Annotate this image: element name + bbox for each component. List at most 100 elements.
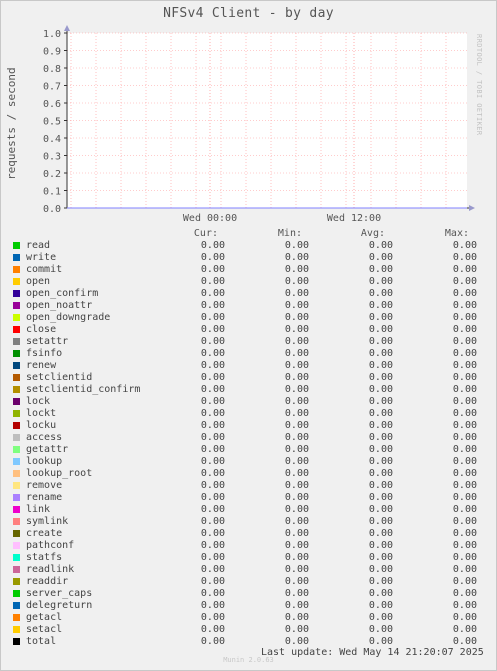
y-axis-arrow (64, 25, 70, 31)
legend-value-avg: 0.00 (368, 576, 393, 587)
legend-value-min: 0.00 (284, 576, 309, 587)
legend-series-name: read (26, 240, 51, 251)
legend-value-cur: 0.00 (200, 540, 225, 551)
legend-value-max: 0.00 (452, 624, 477, 635)
legend-value-min: 0.00 (284, 528, 309, 539)
legend-series-name: close (26, 324, 57, 335)
x-tick-label: Wed 00:00 (183, 213, 237, 224)
legend-value-max: 0.00 (452, 552, 477, 563)
legend-swatch (13, 386, 20, 393)
legend: read 0.00 0.00 0.00 0.00 write 0.00 0.00 0.00 0.0… (0, 240, 497, 648)
legend-swatch (13, 254, 20, 261)
legend-value-cur: 0.00 (200, 252, 225, 263)
legend-value-cur: 0.00 (200, 348, 225, 359)
legend-value-avg: 0.00 (368, 312, 393, 323)
legend-value-max: 0.00 (452, 516, 477, 527)
legend-value-avg: 0.00 (368, 240, 393, 251)
legend-value-max: 0.00 (452, 420, 477, 431)
legend-series-name: total (26, 636, 57, 647)
legend-value-max: 0.00 (452, 432, 477, 443)
legend-series-name: setacl (26, 624, 63, 635)
legend-value-avg: 0.00 (368, 276, 393, 287)
legend-value-min: 0.00 (284, 288, 309, 299)
legend-value-avg: 0.00 (368, 444, 393, 455)
legend-row: commit 0.00 0.00 0.00 0.00 (0, 264, 497, 276)
legend-row: setclientid_confirm 0.00 0.00 0.00 0.00 (0, 384, 497, 396)
legend-value-min: 0.00 (284, 252, 309, 263)
munin-version: Munin 2.0.63 (223, 656, 274, 664)
legend-value-min: 0.00 (284, 492, 309, 503)
legend-value-min: 0.00 (284, 588, 309, 599)
legend-series-name: fsinfo (26, 348, 63, 359)
legend-swatch (13, 446, 20, 453)
legend-swatch (13, 626, 20, 633)
legend-series-name: create (26, 528, 63, 539)
legend-value-min: 0.00 (284, 444, 309, 455)
legend-value-min: 0.00 (284, 408, 309, 419)
legend-swatch (13, 638, 20, 645)
legend-row: remove 0.00 0.00 0.00 0.00 (0, 480, 497, 492)
legend-swatch (13, 542, 20, 549)
legend-value-cur: 0.00 (200, 528, 225, 539)
legend-value-cur: 0.00 (200, 396, 225, 407)
legend-row: write 0.00 0.00 0.00 0.00 (0, 252, 497, 264)
legend-swatch (13, 554, 20, 561)
legend-value-max: 0.00 (452, 588, 477, 599)
legend-swatch (13, 350, 20, 357)
legend-value-cur: 0.00 (200, 336, 225, 347)
legend-row: readdir 0.00 0.00 0.00 0.00 (0, 576, 497, 588)
legend-series-name: locku (26, 420, 57, 431)
legend-value-max: 0.00 (452, 336, 477, 347)
legend-series-name: setattr (26, 336, 69, 347)
legend-value-avg: 0.00 (368, 552, 393, 563)
legend-swatch (13, 398, 20, 405)
legend-value-min: 0.00 (284, 312, 309, 323)
legend-value-max: 0.00 (452, 504, 477, 515)
legend-row: getattr 0.00 0.00 0.00 0.00 (0, 444, 497, 456)
legend-series-name: lock (26, 396, 51, 407)
legend-row: symlink 0.00 0.00 0.00 0.00 (0, 516, 497, 528)
legend-value-cur: 0.00 (200, 372, 225, 383)
legend-series-name: access (26, 432, 63, 443)
legend-value-cur: 0.00 (200, 492, 225, 503)
legend-header-avg: Avg: (360, 228, 385, 239)
legend-value-min: 0.00 (284, 348, 309, 359)
y-tick-label: 0.2 (43, 169, 61, 180)
legend-value-avg: 0.00 (368, 588, 393, 599)
legend-series-name: lookup (26, 456, 63, 467)
legend-value-cur: 0.00 (200, 456, 225, 467)
legend-value-avg: 0.00 (368, 600, 393, 611)
legend-value-avg: 0.00 (368, 564, 393, 575)
legend-value-max: 0.00 (452, 444, 477, 455)
legend-series-name: open_noattr (26, 300, 93, 311)
legend-series-name: setclientid_confirm (26, 384, 141, 395)
legend-value-avg: 0.00 (368, 612, 393, 623)
legend-swatch (13, 530, 20, 537)
legend-value-cur: 0.00 (200, 384, 225, 395)
legend-value-min: 0.00 (284, 456, 309, 467)
legend-row: statfs 0.00 0.00 0.00 0.00 (0, 552, 497, 564)
legend-row: renew 0.00 0.00 0.00 0.00 (0, 360, 497, 372)
legend-swatch (13, 602, 20, 609)
legend-value-max: 0.00 (452, 600, 477, 611)
y-tick-label: 0.0 (43, 204, 61, 215)
legend-value-max: 0.00 (452, 492, 477, 503)
legend-value-max: 0.00 (452, 456, 477, 467)
legend-value-min: 0.00 (284, 480, 309, 491)
legend-value-max: 0.00 (452, 564, 477, 575)
legend-series-name: lookup_root (26, 468, 93, 479)
legend-swatch (13, 482, 20, 489)
legend-value-avg: 0.00 (368, 432, 393, 443)
legend-value-avg: 0.00 (368, 468, 393, 479)
legend-value-cur: 0.00 (200, 636, 225, 647)
legend-value-avg: 0.00 (368, 492, 393, 503)
legend-swatch (13, 506, 20, 513)
legend-series-name: remove (26, 480, 63, 491)
legend-series-name: open_downgrade (26, 312, 111, 323)
legend-value-max: 0.00 (452, 300, 477, 311)
legend-value-max: 0.00 (452, 348, 477, 359)
legend-row: access 0.00 0.00 0.00 0.00 (0, 432, 497, 444)
legend-value-avg: 0.00 (368, 384, 393, 395)
legend-value-avg: 0.00 (368, 516, 393, 527)
legend-value-min: 0.00 (284, 432, 309, 443)
